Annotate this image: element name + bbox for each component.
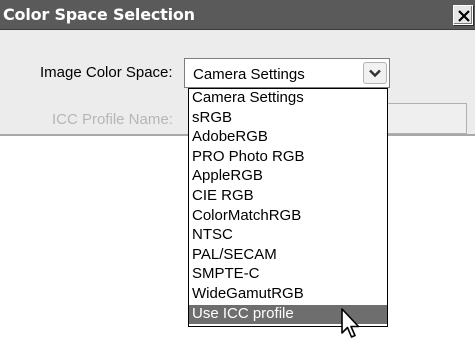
chevron-down-icon [369, 69, 381, 78]
dropdown-option[interactable]: AdobeRGB [189, 128, 387, 147]
dropdown-option[interactable]: PAL/SECAM [189, 246, 387, 265]
image-color-space-label: Image Color Space: [40, 64, 173, 81]
close-icon [458, 10, 470, 22]
dropdown-option[interactable]: ColorMatchRGB [189, 207, 387, 226]
dropdown-option[interactable]: NTSC [189, 226, 387, 245]
icc-profile-name-field[interactable] [387, 103, 467, 134]
color-space-dropdown-list: Camera Settings sRGB AdobeRGB PRO Photo RGB… [188, 88, 388, 327]
dropdown-option[interactable]: PRO Photo RGB [189, 148, 387, 167]
close-button[interactable] [453, 5, 473, 25]
dropdown-option[interactable]: Camera Settings [189, 89, 387, 108]
select-dropdown-button[interactable] [363, 62, 387, 84]
dropdown-option[interactable]: WideGamutRGB [189, 285, 387, 304]
icc-profile-name-label: ICC Profile Name: [52, 111, 173, 128]
dropdown-option[interactable]: sRGB [189, 109, 387, 128]
title-bar[interactable]: Color Space Selection [0, 0, 475, 30]
dropdown-option[interactable]: SMPTE-C [189, 265, 387, 284]
mouse-cursor-icon [341, 308, 360, 338]
dropdown-option[interactable]: CIE RGB [189, 187, 387, 206]
dialog-title: Color Space Selection [3, 5, 195, 24]
image-color-space-select[interactable]: Camera Settings [184, 58, 390, 88]
select-value: Camera Settings [193, 66, 305, 83]
dropdown-option[interactable]: AppleRGB [189, 167, 387, 186]
